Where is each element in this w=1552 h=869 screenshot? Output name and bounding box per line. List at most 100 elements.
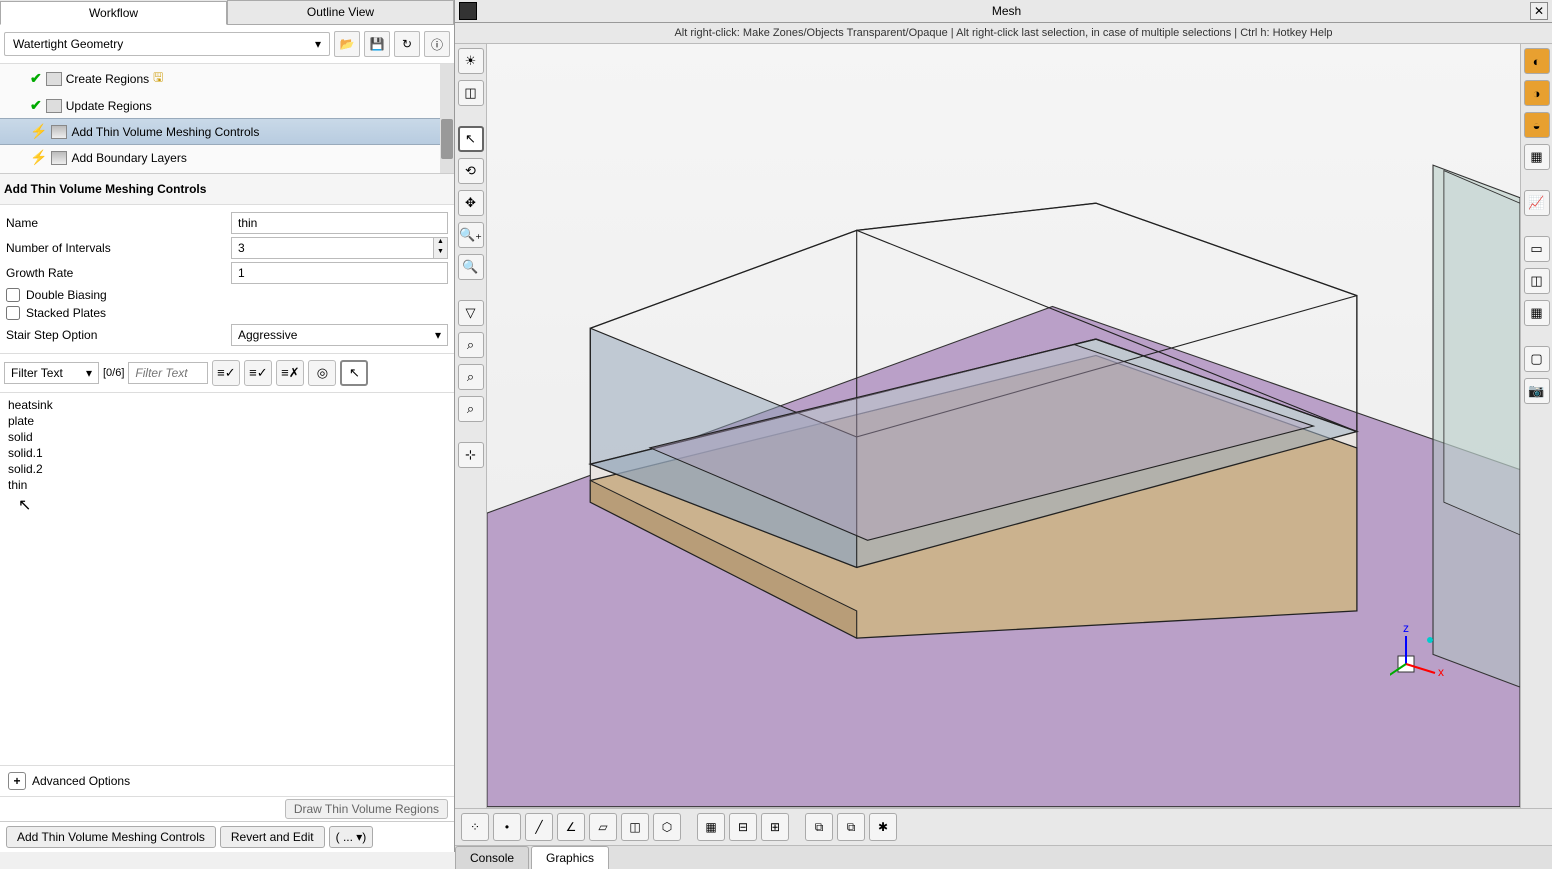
form-area: Name Number of Intervals ▲▼ Growth Rate … <box>0 205 454 353</box>
check-icon: ✔ <box>30 97 42 114</box>
tree-label: Update Regions <box>66 99 152 113</box>
tree-scrollbar[interactable] <box>440 64 454 173</box>
left-view-toolbar: ☀ ◫ ↖ ⟲ ✥ 🔍₊ 🔍 ▽ ⌕ ⌕ ⌕ ⊹ <box>455 44 487 808</box>
filter-mode-select[interactable]: Filter Text ▾ <box>4 362 99 384</box>
region-icon <box>46 72 62 86</box>
face-select-button[interactable]: ▱ <box>589 813 617 841</box>
stacked-plates-checkbox[interactable] <box>6 306 20 320</box>
tab-workflow[interactable]: Workflow <box>0 1 227 25</box>
bottom-tabs: Console Graphics <box>455 845 1552 869</box>
deselect-button[interactable]: ≡✗ <box>276 360 304 386</box>
angle-select-button[interactable]: ∠ <box>557 813 585 841</box>
hidden-line-button[interactable]: ◒ <box>1524 112 1550 138</box>
intervals-label: Number of Intervals <box>6 241 231 255</box>
transparency-button[interactable]: ▦ <box>1524 144 1550 170</box>
pick-button[interactable]: ↖ <box>340 360 368 386</box>
intervals-spinner[interactable]: ▲▼ <box>231 237 448 259</box>
pointer-tool[interactable]: ↖ <box>458 126 484 152</box>
reset-button[interactable]: ↻ <box>394 31 420 57</box>
grid-v-button[interactable]: ⊞ <box>761 813 789 841</box>
pan-tool[interactable]: ✥ <box>458 190 484 216</box>
double-biasing-checkbox[interactable] <box>6 288 20 302</box>
vertex-select-button[interactable]: ⁘ <box>461 813 489 841</box>
axis-triad-icon: z x <box>1390 618 1460 688</box>
fullscreen-button[interactable]: ▢ <box>1524 346 1550 372</box>
shaded-mode-button[interactable]: ◐ <box>1524 48 1550 74</box>
info-button[interactable]: ⓘ <box>424 31 450 57</box>
zoom-tool[interactable]: 🔍₊ <box>458 222 484 248</box>
advanced-row[interactable]: + Advanced Options <box>0 765 454 796</box>
brightness-icon[interactable]: ☀ <box>458 48 484 74</box>
zoom-selection-tool[interactable]: ⌕ <box>458 364 484 390</box>
select-filter-tool[interactable]: ▽ <box>458 300 484 326</box>
box-minus-button[interactable]: ⧉ <box>837 813 865 841</box>
close-button[interactable]: ✕ <box>1530 2 1548 20</box>
bolt-icon: ⚡ <box>30 123 47 140</box>
mesh-icon <box>51 125 67 139</box>
body-select-button[interactable]: ◫ <box>621 813 649 841</box>
revert-edit-button[interactable]: Revert and Edit <box>220 826 325 848</box>
stair-label: Stair Step Option <box>6 328 231 342</box>
snapshot-button[interactable]: 📷 <box>1524 378 1550 404</box>
double-biasing-label: Double Biasing <box>26 288 107 302</box>
open-folder-button[interactable]: 📂 <box>334 31 360 57</box>
add-controls-button[interactable]: Add Thin Volume Meshing Controls <box>6 826 216 848</box>
zoom-fit-tool[interactable]: ⌕ <box>458 332 484 358</box>
layout-split-button[interactable]: ◫ <box>1524 268 1550 294</box>
spin-up[interactable]: ▲ <box>433 238 447 248</box>
wireframe-mode-button[interactable]: ◑ <box>1524 80 1550 106</box>
save-button[interactable]: 💾 <box>364 31 390 57</box>
more-actions-button[interactable]: ( ... ▾) <box>329 826 374 848</box>
tab-outline[interactable]: Outline View <box>227 0 454 24</box>
growth-input[interactable] <box>231 262 448 284</box>
list-item[interactable]: solid.2 <box>8 461 446 477</box>
bolt-icon: ⚡ <box>30 149 47 166</box>
zone-select-button[interactable]: ⬡ <box>653 813 681 841</box>
highlight-button[interactable]: ◎ <box>308 360 336 386</box>
stair-select[interactable]: Aggressive ▾ <box>231 324 448 346</box>
intervals-input[interactable] <box>232 238 433 258</box>
list-item[interactable]: plate <box>8 413 446 429</box>
section-title: Add Thin Volume Meshing Controls <box>0 174 454 205</box>
edge-select-button[interactable]: ╱ <box>525 813 553 841</box>
tree-create-regions[interactable]: ✔ Create Regions 🖫 <box>0 64 454 93</box>
filter-text-input[interactable] <box>128 362 208 384</box>
axis-tool[interactable]: ⊹ <box>458 442 484 468</box>
svg-text:z: z <box>1403 621 1409 635</box>
plus-icon[interactable]: + <box>8 772 26 790</box>
zoom-extents-tool[interactable]: ⌕ <box>458 396 484 422</box>
3d-viewport[interactable]: z x <box>487 44 1520 808</box>
cube-icon[interactable]: ◫ <box>458 80 484 106</box>
tab-graphics[interactable]: Graphics <box>531 846 609 869</box>
tab-console[interactable]: Console <box>455 846 529 869</box>
list-item[interactable]: solid <box>8 429 446 445</box>
connectivity-button[interactable]: ✱ <box>869 813 897 841</box>
draw-regions-button[interactable]: Draw Thin Volume Regions <box>285 799 448 819</box>
grid-h-button[interactable]: ⊟ <box>729 813 757 841</box>
layout-quad-button[interactable]: ▦ <box>1524 300 1550 326</box>
spin-down[interactable]: ▼ <box>433 248 447 258</box>
zoom-box-tool[interactable]: 🔍 <box>458 254 484 280</box>
list-item[interactable]: thin <box>8 477 446 493</box>
workflow-type-label: Watertight Geometry <box>13 37 123 51</box>
list-item[interactable]: solid.1 <box>8 445 446 461</box>
box-plus-button[interactable]: ⧉ <box>805 813 833 841</box>
chevron-down-icon: ▾ <box>315 37 321 51</box>
tree-update-regions[interactable]: ✔ Update Regions <box>0 93 454 118</box>
tree-add-boundary[interactable]: ⚡ Add Boundary Layers <box>0 145 454 170</box>
name-input[interactable] <box>231 212 448 234</box>
grid-button[interactable]: ▦ <box>697 813 725 841</box>
chart-button[interactable]: 📈 <box>1524 190 1550 216</box>
mesh-icon <box>51 151 67 165</box>
point-select-button[interactable]: • <box>493 813 521 841</box>
workflow-type-select[interactable]: Watertight Geometry ▾ <box>4 32 330 56</box>
select-visible-button[interactable]: ≡✓ <box>244 360 272 386</box>
draw-row: Draw Thin Volume Regions <box>0 796 454 821</box>
mesh-logo-icon <box>459 2 477 20</box>
rotate-tool[interactable]: ⟲ <box>458 158 484 184</box>
tree-add-thin[interactable]: ⚡ Add Thin Volume Meshing Controls <box>0 118 454 145</box>
layout-single-button[interactable]: ▭ <box>1524 236 1550 262</box>
list-item[interactable]: heatsink <box>8 397 446 413</box>
advanced-label: Advanced Options <box>32 774 130 788</box>
select-all-button[interactable]: ≡✓ <box>212 360 240 386</box>
